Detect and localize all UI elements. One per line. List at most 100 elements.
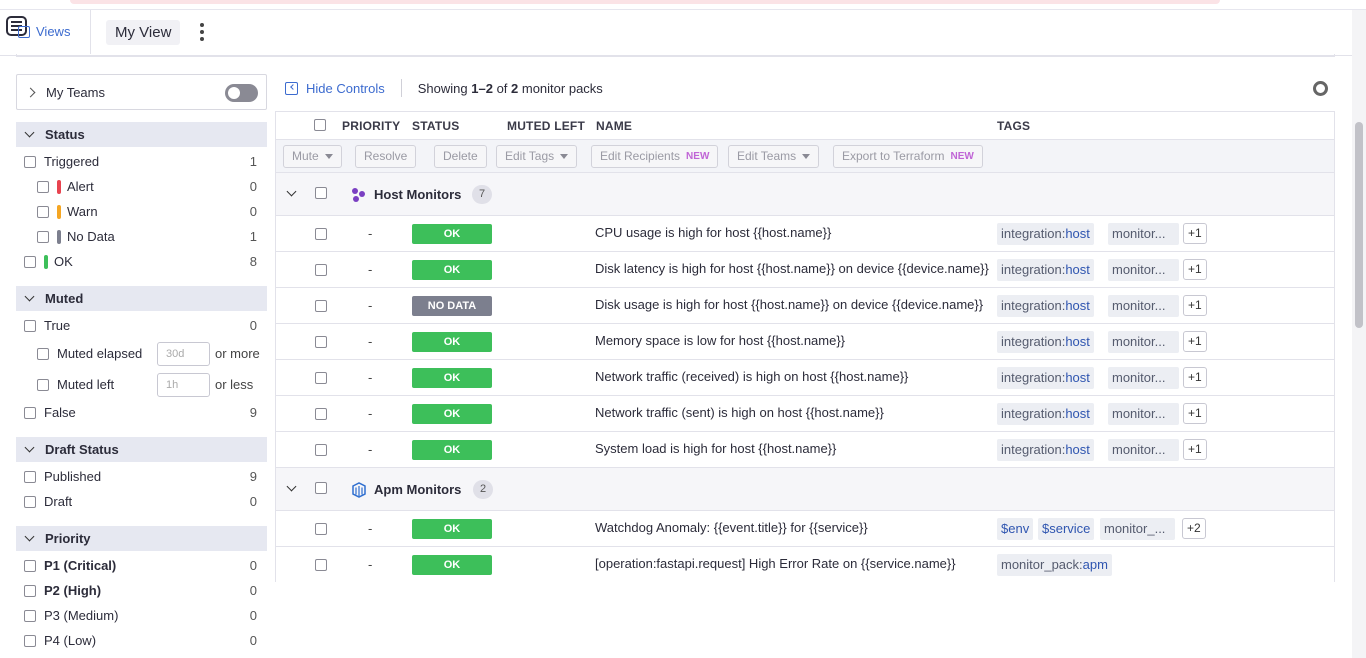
facet-priority-p4[interactable]: P4 (Low) 0: [16, 628, 267, 653]
tag-monitor-pack[interactable]: monitor_...: [1100, 518, 1175, 540]
facet-status-triggered[interactable]: Triggered 1: [16, 149, 267, 174]
monitor-name[interactable]: Disk usage is high for host {{host.name}…: [595, 297, 990, 312]
facet-muted-elapsed[interactable]: Muted elapsed 30d or more: [16, 338, 267, 369]
checkbox[interactable]: [24, 634, 36, 647]
group-checkbox[interactable]: [315, 187, 327, 199]
view-name[interactable]: My View: [106, 20, 181, 45]
more-tags-button[interactable]: +1: [1183, 367, 1207, 388]
facet-status-no-data[interactable]: No Data 1: [16, 224, 267, 249]
facet-muted-left[interactable]: Muted left 1h or less: [16, 369, 267, 400]
chevron-down-icon[interactable]: [286, 186, 297, 197]
checkbox[interactable]: [24, 406, 36, 419]
monitor-name[interactable]: [operation:fastapi.request] High Error R…: [595, 556, 990, 571]
row-checkbox[interactable]: [315, 523, 327, 535]
tag-integration[interactable]: integration:host: [997, 403, 1094, 425]
tag-monitor-pack[interactable]: monitor...: [1108, 367, 1179, 389]
column-status[interactable]: STATUS: [412, 119, 459, 133]
checkbox[interactable]: [24, 255, 36, 268]
checkbox[interactable]: [24, 470, 36, 483]
row-checkbox[interactable]: [315, 559, 327, 571]
more-tags-button[interactable]: +1: [1183, 439, 1207, 460]
tag-monitor-pack[interactable]: monitor...: [1108, 331, 1179, 353]
row-checkbox[interactable]: [315, 300, 327, 312]
resolve-button[interactable]: Resolve: [355, 145, 417, 168]
checkbox[interactable]: [24, 584, 36, 597]
more-tags-button[interactable]: +1: [1183, 403, 1207, 424]
tag-integration[interactable]: integration:host: [997, 295, 1094, 317]
page-scrollbar[interactable]: [1352, 10, 1366, 658]
row-checkbox[interactable]: [315, 408, 327, 420]
muted-elapsed-input[interactable]: 30d: [157, 341, 210, 366]
edit-recipients-button[interactable]: Edit Recipients NEW: [591, 145, 719, 168]
tag-integration[interactable]: integration:host: [997, 439, 1094, 461]
facet-muted-header[interactable]: Muted: [16, 286, 267, 311]
facet-status-header[interactable]: Status: [16, 122, 267, 147]
table-row[interactable]: - OK CPU usage is high for host {{host.n…: [276, 215, 1334, 251]
tag-integration[interactable]: integration:host: [997, 331, 1094, 353]
facet-priority-p1[interactable]: P1 (Critical) 0: [16, 553, 267, 578]
facet-draft-published[interactable]: Published 9: [16, 464, 267, 489]
tag-monitor-pack[interactable]: monitor...: [1108, 223, 1179, 245]
column-name[interactable]: NAME: [596, 119, 632, 133]
mute-button[interactable]: Mute: [283, 145, 342, 168]
gear-icon[interactable]: [1313, 81, 1328, 96]
more-tags-button[interactable]: +1: [1183, 259, 1207, 280]
my-teams-toggle[interactable]: [225, 84, 258, 102]
facet-status-alert[interactable]: Alert 0: [16, 174, 267, 199]
monitor-name[interactable]: Memory space is low for host {{host.name…: [595, 333, 990, 348]
checkbox[interactable]: [37, 230, 49, 243]
checkbox[interactable]: [24, 559, 36, 572]
checkbox[interactable]: [37, 378, 49, 391]
facet-priority-p2[interactable]: P2 (High) 0: [16, 578, 267, 603]
my-teams-filter[interactable]: My Teams: [16, 74, 267, 110]
table-row[interactable]: - OK [operation:fastapi.request] High Er…: [276, 546, 1334, 582]
tag-integration[interactable]: integration:host: [997, 367, 1094, 389]
checkbox[interactable]: [37, 205, 49, 218]
monitor-name[interactable]: Network traffic (sent) is high on host {…: [595, 405, 990, 420]
table-row[interactable]: - NO DATA Disk usage is high for host {{…: [276, 287, 1334, 323]
tag-integration[interactable]: integration:host: [997, 259, 1094, 281]
table-row[interactable]: - OK Watchdog Anomaly: {{event.title}} f…: [276, 510, 1334, 546]
tag-monitor-pack[interactable]: monitor...: [1108, 259, 1179, 281]
tag-monitor-pack[interactable]: monitor...: [1108, 439, 1179, 461]
edit-tags-button[interactable]: Edit Tags: [496, 145, 578, 168]
more-tags-button[interactable]: +1: [1183, 295, 1207, 316]
table-row[interactable]: - OK Network traffic (received) is high …: [276, 359, 1334, 395]
monitor-name[interactable]: System load is high for host {{host.name…: [595, 441, 990, 456]
edit-teams-button[interactable]: Edit Teams: [728, 145, 820, 168]
views-link[interactable]: Views: [18, 24, 70, 39]
muted-left-input[interactable]: 1h: [157, 372, 210, 397]
tag-monitor-pack-apm[interactable]: monitor_pack:apm: [997, 554, 1112, 576]
more-tags-button[interactable]: +1: [1183, 223, 1207, 244]
row-checkbox[interactable]: [315, 336, 327, 348]
column-tags[interactable]: TAGS: [997, 119, 1030, 133]
checkbox[interactable]: [24, 319, 36, 332]
group-row-apm-monitors[interactable]: Apm Monitors 2: [276, 467, 1334, 510]
scrollbar-thumb[interactable]: [1355, 122, 1363, 328]
facet-muted-false[interactable]: False 9: [16, 400, 267, 425]
select-all-checkbox[interactable]: [314, 119, 326, 131]
checkbox[interactable]: [24, 495, 36, 508]
facet-muted-true[interactable]: True 0: [16, 313, 267, 338]
tag-monitor-pack[interactable]: monitor...: [1108, 403, 1179, 425]
facet-priority-p3[interactable]: P3 (Medium) 0: [16, 603, 267, 628]
export-terraform-button[interactable]: Export to Terraform NEW: [833, 145, 983, 168]
column-priority[interactable]: PRIORITY: [342, 119, 400, 133]
table-row[interactable]: - OK Disk latency is high for host {{hos…: [276, 251, 1334, 287]
tag-env[interactable]: $env: [997, 518, 1034, 540]
chevron-down-icon[interactable]: [286, 481, 297, 492]
delete-button[interactable]: Delete: [434, 145, 487, 168]
checkbox[interactable]: [24, 155, 36, 168]
facet-draft-draft[interactable]: Draft 0: [16, 489, 267, 514]
monitor-name[interactable]: Disk latency is high for host {{host.nam…: [595, 261, 990, 276]
facet-priority-header[interactable]: Priority: [16, 526, 267, 551]
tag-service[interactable]: $service: [1038, 518, 1095, 540]
table-row[interactable]: - OK Memory space is low for host {{host…: [276, 323, 1334, 359]
facet-draft-header[interactable]: Draft Status: [16, 437, 267, 462]
monitor-name[interactable]: CPU usage is high for host {{host.name}}: [595, 225, 990, 240]
tag-monitor-pack[interactable]: monitor...: [1108, 295, 1179, 317]
row-checkbox[interactable]: [315, 444, 327, 456]
checkbox[interactable]: [24, 609, 36, 622]
more-tags-button[interactable]: +1: [1183, 331, 1207, 352]
monitor-name[interactable]: Network traffic (received) is high on ho…: [595, 369, 990, 384]
